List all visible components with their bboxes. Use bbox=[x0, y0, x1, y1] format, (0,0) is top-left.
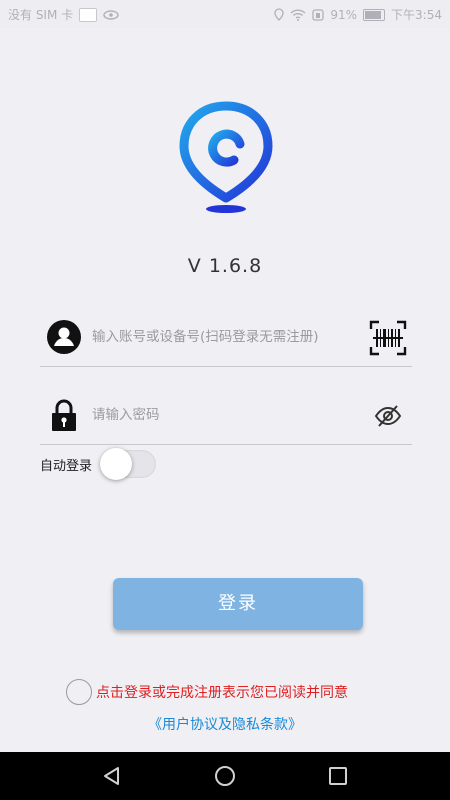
navigation-bar bbox=[0, 752, 450, 800]
agreement-checkbox[interactable] bbox=[66, 679, 92, 705]
login-button[interactable]: 登录 bbox=[113, 578, 363, 630]
wifi-icon bbox=[290, 8, 306, 21]
eye-hidden-icon[interactable] bbox=[368, 396, 408, 436]
auto-login-row: 自动登录 bbox=[40, 448, 157, 480]
agreement-link[interactable]: 《用户协议及隐私条款》 bbox=[0, 714, 450, 734]
battery-icon bbox=[363, 8, 386, 21]
app-logo bbox=[179, 101, 273, 213]
user-icon bbox=[47, 320, 81, 354]
auto-login-label: 自动登录 bbox=[40, 458, 93, 474]
password-input[interactable] bbox=[90, 406, 364, 424]
location-icon bbox=[274, 8, 285, 21]
barcode-scan-icon[interactable] bbox=[368, 318, 408, 358]
home-icon[interactable] bbox=[213, 764, 237, 788]
password-row bbox=[40, 388, 412, 445]
auto-login-toggle[interactable] bbox=[100, 448, 157, 480]
status-bar: 没有 SIM 卡 91% 下午3:54 bbox=[0, 0, 450, 28]
toggle-knob bbox=[100, 448, 133, 480]
clock: 下午3:54 bbox=[391, 8, 442, 22]
back-icon[interactable] bbox=[100, 764, 124, 788]
battery-percent: 91% bbox=[330, 7, 358, 22]
recents-icon[interactable] bbox=[326, 764, 350, 788]
app-version: V 1.6.8 bbox=[187, 255, 263, 277]
eye-icon bbox=[103, 9, 119, 20]
signal-icon bbox=[312, 8, 325, 21]
account-input[interactable] bbox=[90, 328, 364, 346]
lock-icon bbox=[52, 399, 76, 431]
account-row bbox=[40, 310, 412, 367]
agreement-text: 点击登录或完成注册表示您已阅读并同意 bbox=[96, 685, 348, 701]
notification-icon bbox=[79, 7, 98, 22]
carrier-text: 没有 SIM 卡 bbox=[8, 8, 74, 22]
